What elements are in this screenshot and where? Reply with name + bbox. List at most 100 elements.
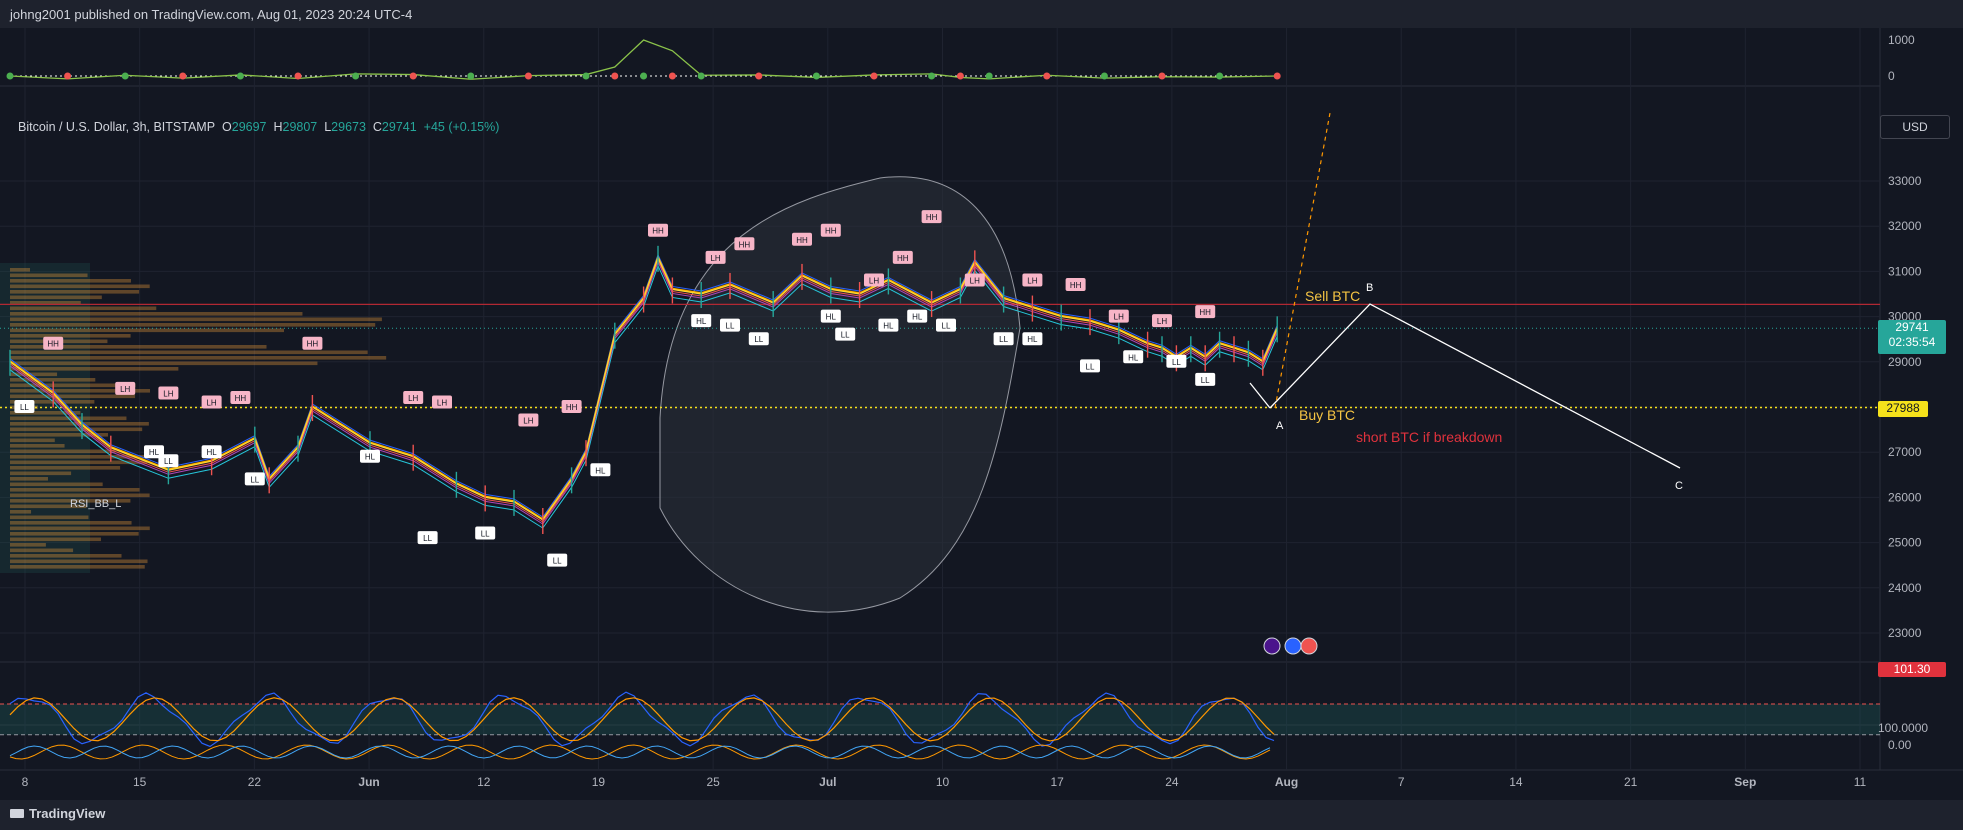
volume-profile-bar: [10, 444, 65, 448]
badge-text: HL: [1128, 353, 1139, 362]
swing-badge-lh: LH: [1152, 314, 1172, 328]
badge-text: LH: [408, 394, 418, 403]
volume-profile-bar: [10, 268, 30, 272]
badge-text: LL: [754, 335, 763, 344]
currency-button[interactable]: USD: [1880, 115, 1950, 139]
low-value: 29673: [331, 120, 366, 134]
osc-dot: [467, 72, 475, 80]
badge-text: HL: [149, 448, 160, 457]
swing-badge-hl: HL: [360, 449, 380, 463]
badge-text: HL: [696, 317, 707, 326]
osc-dot: [668, 72, 676, 80]
badge-text: LL: [423, 534, 432, 543]
volume-profile-bar: [10, 361, 318, 366]
chart-canvas[interactable]: 8 15 22 Jun 12 19 25 Jul 10 17 24 Aug 7 14 21 Sep 11 3300…: [0, 28, 1963, 800]
osc-dot: [179, 72, 187, 80]
swing-badge-hh: HH: [921, 210, 942, 224]
x-tick-label: Jul: [819, 775, 836, 789]
swing-badge-lh: LH: [705, 250, 726, 264]
volume-profile-bar: [10, 510, 32, 514]
osc-dot: [1158, 72, 1166, 80]
x-tick-label: 22: [248, 775, 262, 789]
volume-profile-bar: [10, 493, 150, 498]
swing-badge-hh: HH: [892, 250, 913, 264]
swing-badge-hh: HH: [648, 223, 668, 237]
osc-dot: [755, 72, 763, 80]
swing-badge-hh: HH: [561, 400, 582, 413]
badge-text: HL: [826, 313, 837, 322]
badge-text: HL: [365, 453, 376, 462]
swing-badge-ll: LL: [1080, 359, 1100, 373]
x-tick-label: 24: [1165, 775, 1179, 789]
volume-profile-bar: [10, 543, 46, 547]
badge-text: HH: [739, 240, 751, 249]
swing-badge-ll: LL: [244, 472, 265, 486]
osc-dot: [928, 72, 936, 80]
swing-badge-ll: LL: [835, 327, 856, 341]
osc-dot: [1216, 72, 1224, 80]
volume-profile-bar: [10, 488, 140, 492]
countdown-value: 02:35:54: [1888, 335, 1936, 349]
osc-dot: [697, 72, 705, 80]
close-value: 29741: [381, 120, 417, 134]
publisher-line: johng2001 published on TradingView.com, …: [10, 7, 413, 22]
y-tick-label: 29000: [1888, 355, 1922, 369]
badge-text: HH: [897, 254, 909, 263]
osc-dot: [1043, 72, 1051, 80]
badge-text: HH: [926, 213, 938, 222]
volume-profile-bar: [10, 295, 102, 300]
high-label: H: [273, 120, 283, 134]
target-projection-line: [1274, 112, 1331, 409]
osc-dot: [1100, 72, 1108, 80]
volume-profile-bar: [10, 350, 368, 355]
sell-btc-note: Sell BTC: [1305, 288, 1361, 304]
swing-badge-lh: LH: [115, 381, 136, 395]
swing-badge-ll: LL: [1166, 354, 1187, 368]
x-tick-label: 17: [1051, 775, 1065, 789]
open-label: O: [222, 120, 232, 134]
volume-profile-bar: [10, 521, 132, 525]
volume-profile-bar: [10, 279, 131, 283]
swing-badge-hl: HL: [590, 463, 611, 477]
bottom-bar: [0, 800, 1963, 830]
swing-badge-ll: LL: [547, 553, 568, 567]
volume-profile-bar: [10, 565, 145, 569]
osc-dot: [236, 72, 244, 80]
swing-badge-lh: LH: [432, 395, 452, 409]
swing-badge-lh: LH: [864, 273, 884, 287]
x-tick-label: 15: [133, 775, 147, 789]
x-tick-label: 8: [22, 775, 29, 789]
swing-badge-lh: LH: [1022, 273, 1043, 287]
badge-text: LL: [481, 530, 490, 539]
volume-profile-bar: [10, 394, 136, 399]
osc-dot: [985, 72, 993, 80]
volume-profile-bar: [10, 482, 103, 487]
swing-badge-hl: HL: [691, 314, 712, 328]
y-tick-label: 31000: [1888, 264, 1922, 278]
buy-btc-note: Buy BTC: [1299, 407, 1356, 423]
swing-badge-ll: LL: [748, 332, 769, 346]
swing-badge-lh: LH: [158, 386, 179, 400]
volume-profile-bar: [10, 378, 96, 382]
badge-text: LL: [1086, 362, 1095, 371]
badge-text: HH: [652, 227, 664, 236]
volume-profile-bar: [10, 317, 382, 322]
change-value: +45 (+0.15%): [423, 120, 500, 134]
y-tick-label: 33000: [1888, 174, 1922, 188]
badge-text: LH: [869, 276, 879, 285]
badge-text: LH: [523, 417, 533, 426]
volume-profile-bar: [10, 559, 148, 564]
top-bar: johng2001 published on TradingView.com, …: [0, 0, 1963, 28]
volume-profile-bar: [10, 526, 150, 531]
swing-badge-lh: LH: [201, 395, 222, 409]
badge-text: LH: [437, 398, 447, 407]
volume-profile-bar: [10, 537, 101, 542]
osc-dot: [611, 72, 619, 80]
swing-badge-ll: LL: [1195, 372, 1216, 386]
osc-dot: [956, 72, 964, 80]
badge-text: HH: [307, 340, 319, 349]
badge-text: HH: [1070, 281, 1082, 290]
badge-text: HH: [1199, 308, 1211, 317]
badge-text: LL: [841, 331, 850, 340]
swing-badge-hl: HL: [820, 309, 841, 323]
